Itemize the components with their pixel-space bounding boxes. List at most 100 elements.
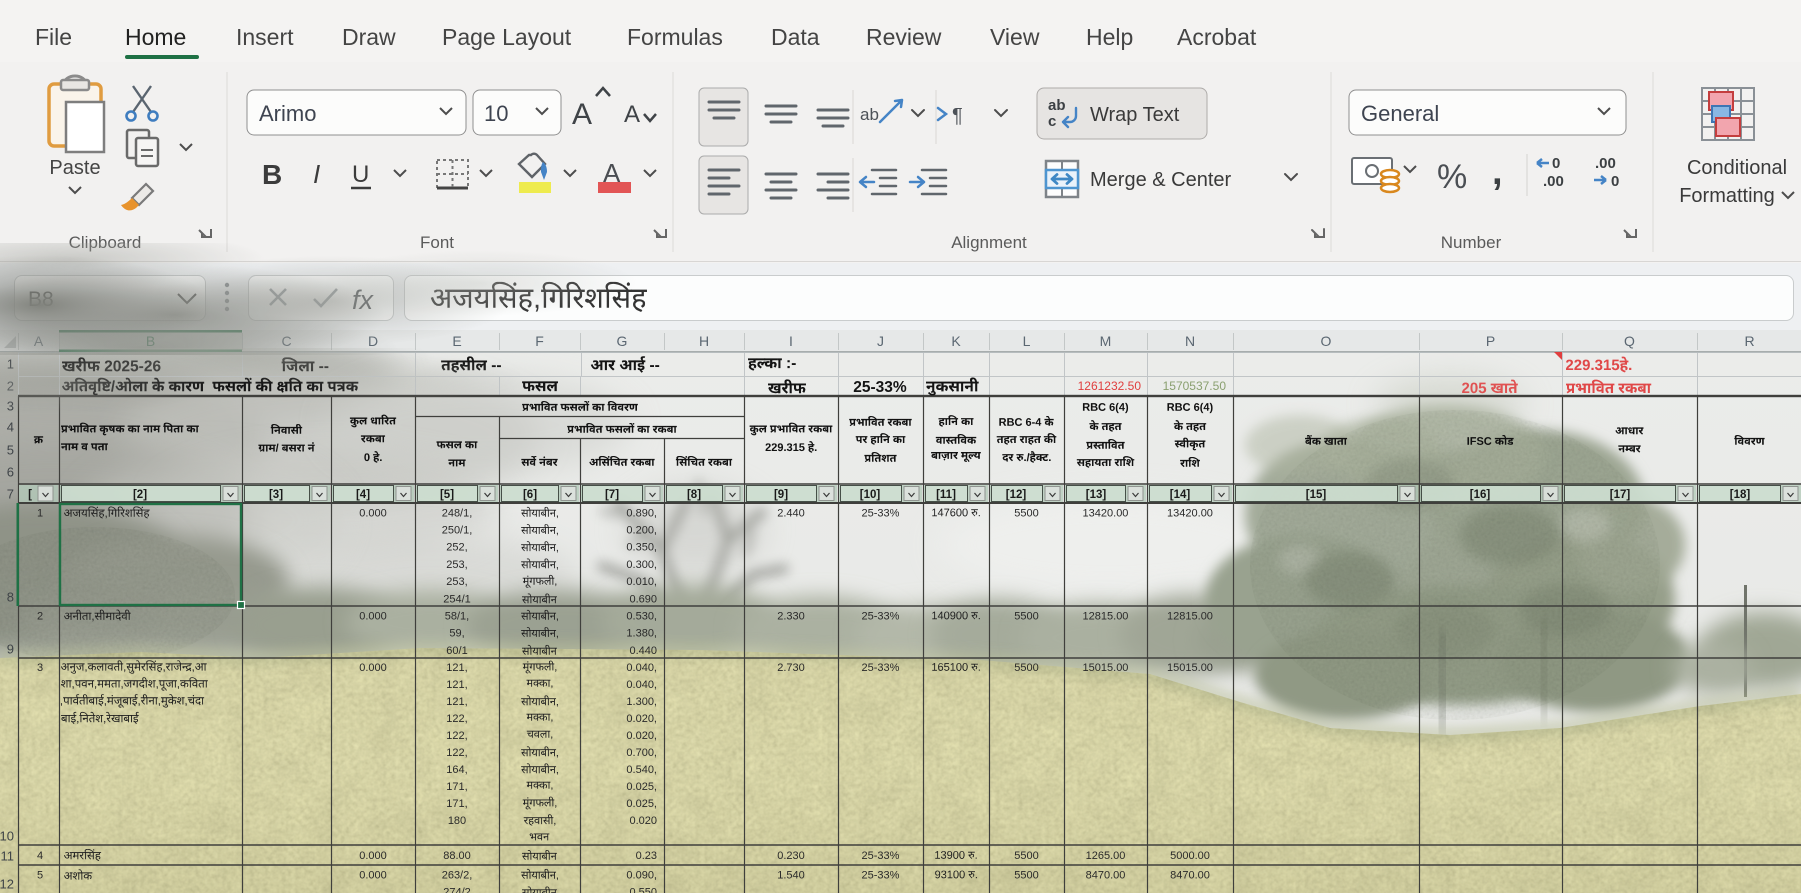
svg-text:0.200,: 0.200,: [626, 525, 657, 537]
svg-text:25-33%: 25-33%: [862, 850, 900, 862]
svg-text:J: J: [877, 333, 884, 349]
svg-text:0.010,: 0.010,: [626, 576, 657, 588]
svg-text:[12]: [12]: [1006, 489, 1027, 501]
svg-text:[: [: [28, 489, 32, 501]
svg-text:121,: 121,: [446, 679, 467, 691]
svg-text:263/2,: 263/2,: [442, 869, 473, 881]
svg-text:O: O: [1321, 333, 1332, 349]
svg-text:I: I: [789, 333, 793, 349]
svg-text:[3]: [3]: [269, 489, 283, 501]
svg-text:[9]: [9]: [774, 489, 788, 501]
svg-text:3: 3: [37, 662, 43, 674]
svg-text:0.700,: 0.700,: [626, 747, 657, 759]
svg-text:5500: 5500: [1014, 869, 1038, 881]
svg-text:,: ,: [1492, 151, 1503, 193]
svg-text:248/1,: 248/1,: [442, 507, 473, 519]
svg-text:8470.00: 8470.00: [1170, 869, 1210, 881]
svg-text:2.330: 2.330: [777, 610, 805, 622]
svg-text:[17]: [17]: [1610, 489, 1631, 501]
svg-text:122,: 122,: [446, 730, 467, 742]
svg-text:B: B: [262, 159, 282, 190]
svg-text:B8: B8: [28, 288, 54, 311]
svg-text:[13]: [13]: [1086, 489, 1107, 501]
svg-text:164,: 164,: [446, 764, 467, 776]
svg-text:121,: 121,: [446, 696, 467, 708]
svg-text:Alignment: Alignment: [951, 233, 1027, 252]
svg-text:0.090,: 0.090,: [626, 869, 657, 881]
svg-text:2: 2: [7, 379, 14, 394]
svg-text:0.020: 0.020: [629, 815, 657, 827]
svg-text:0.000: 0.000: [359, 507, 387, 519]
svg-text:0.000: 0.000: [359, 850, 387, 862]
svg-text:Formatting: Formatting: [1679, 185, 1775, 207]
svg-text:88.00: 88.00: [443, 850, 471, 862]
svg-text:0.440: 0.440: [629, 645, 657, 657]
svg-text:0.000: 0.000: [359, 869, 387, 881]
svg-text:8470.00: 8470.00: [1086, 869, 1126, 881]
svg-text:13420.00: 13420.00: [1083, 507, 1129, 519]
svg-text:9: 9: [7, 642, 14, 657]
svg-text:1265.00: 1265.00: [1086, 850, 1126, 862]
svg-text:2.730: 2.730: [777, 662, 805, 674]
svg-text:[7]: [7]: [605, 489, 619, 501]
svg-text:25-33%: 25-33%: [862, 610, 900, 622]
svg-text:0.230: 0.230: [777, 850, 805, 862]
svg-text:0.040,: 0.040,: [626, 662, 657, 674]
svg-text:5: 5: [7, 443, 14, 458]
svg-text:[11]: [11]: [936, 489, 956, 501]
svg-text:0.000: 0.000: [359, 662, 387, 674]
svg-text:M: M: [1100, 333, 1112, 349]
svg-text:Merge & Center: Merge & Center: [1090, 169, 1232, 191]
svg-text:25-33%: 25-33%: [853, 379, 907, 396]
svg-text:¶: ¶: [952, 105, 963, 127]
svg-text:7: 7: [7, 487, 14, 502]
svg-text:171,: 171,: [446, 781, 467, 793]
svg-text:ab: ab: [1048, 97, 1066, 114]
svg-text:0.300,: 0.300,: [626, 559, 657, 571]
svg-text:122,: 122,: [446, 713, 467, 725]
svg-text:0.040,: 0.040,: [626, 679, 657, 691]
svg-text:0.000: 0.000: [359, 610, 387, 622]
svg-text:0.020,: 0.020,: [626, 713, 657, 725]
svg-text:K: K: [951, 333, 961, 349]
svg-text:252,: 252,: [446, 542, 467, 554]
svg-text:0.23: 0.23: [636, 850, 657, 862]
svg-text:5: 5: [37, 869, 43, 881]
svg-text:P: P: [1486, 333, 1495, 349]
svg-text:4: 4: [7, 420, 14, 435]
svg-text:11: 11: [1, 849, 15, 864]
svg-text:A: A: [572, 98, 592, 131]
svg-text:274/2: 274/2: [443, 886, 471, 893]
svg-text:13420.00: 13420.00: [1167, 507, 1213, 519]
svg-text:5500: 5500: [1014, 610, 1038, 622]
svg-text:25-33%: 25-33%: [862, 869, 900, 881]
svg-text:Clipboard: Clipboard: [69, 233, 142, 252]
svg-text:Font: Font: [420, 233, 454, 252]
svg-text:fx: fx: [352, 285, 375, 315]
svg-text:4: 4: [37, 850, 43, 862]
svg-text:250/1,: 250/1,: [442, 525, 473, 537]
svg-text:1: 1: [7, 357, 14, 372]
svg-text:1.540: 1.540: [777, 869, 805, 881]
svg-text:[18]: [18]: [1730, 489, 1751, 501]
svg-text:122,: 122,: [446, 747, 467, 759]
svg-text:12: 12: [0, 877, 14, 892]
svg-text:c: c: [1048, 113, 1056, 130]
svg-text:0.690: 0.690: [629, 593, 657, 605]
svg-text:0.025,: 0.025,: [626, 798, 657, 810]
svg-text:0: 0: [1552, 155, 1560, 172]
svg-text:0: 0: [1611, 173, 1619, 190]
svg-text:10: 10: [484, 101, 508, 126]
svg-text:0.350,: 0.350,: [626, 542, 657, 554]
svg-text:5500: 5500: [1014, 850, 1038, 862]
svg-text:58/1,: 58/1,: [445, 610, 469, 622]
svg-text:254/1: 254/1: [443, 593, 471, 605]
svg-text:D: D: [368, 333, 378, 349]
svg-text:1570537.50: 1570537.50: [1163, 379, 1227, 393]
svg-text:.00: .00: [1595, 155, 1616, 172]
svg-text:15015.00: 15015.00: [1167, 662, 1213, 674]
svg-text:0.890,: 0.890,: [626, 507, 657, 519]
svg-text:0.020,: 0.020,: [626, 730, 657, 742]
svg-text:2: 2: [37, 610, 43, 622]
svg-text:.00: .00: [1543, 173, 1564, 190]
